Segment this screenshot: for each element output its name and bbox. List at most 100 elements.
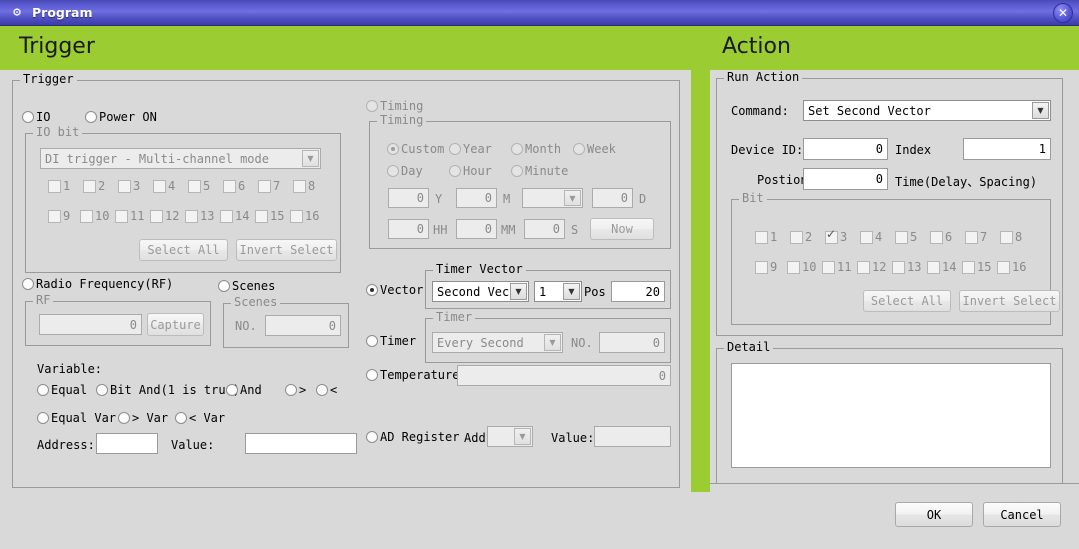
radio-power-on[interactable]: Power ON [85, 110, 157, 124]
io-bit-checkbox-10-box[interactable] [80, 209, 93, 223]
radio-var-less-var[interactable]: < Var [175, 411, 225, 425]
radio-vector[interactable]: Vector [366, 283, 423, 297]
timing-second-input[interactable]: 0 [524, 219, 565, 239]
radio-var-less[interactable]: < [316, 383, 337, 397]
action-bit-checkbox-9-box[interactable] [755, 260, 768, 274]
io-bit-checkbox-2-box[interactable] [83, 179, 96, 193]
action-bit-checkbox-6-box[interactable] [930, 230, 943, 244]
io-bit-checkbox-15-box[interactable] [255, 209, 268, 223]
io-bit-checkbox-8-box[interactable] [293, 179, 306, 193]
radio-timing-day[interactable]: Day [387, 164, 423, 178]
trigger-panel: Trigger IO Power ON IO bit DI trigger - … [0, 70, 691, 549]
ad-register-value-input[interactable] [594, 426, 671, 447]
io-bit-checkbox-6-box[interactable] [223, 179, 236, 193]
rf-value-input[interactable]: 0 [39, 314, 142, 335]
close-icon[interactable]: ✕ [1053, 3, 1073, 23]
radio-timing-custom[interactable]: Custom [387, 142, 444, 156]
action-bit-checkbox-11-box[interactable] [822, 260, 835, 274]
temperature-input[interactable]: 0 [457, 365, 671, 386]
radio-var-bit-and[interactable]: Bit And(1 is true) [96, 383, 240, 397]
radio-scenes[interactable]: Scenes [218, 279, 275, 293]
io-bit-checkbox-1-box[interactable] [48, 179, 61, 193]
timing-day-input[interactable]: 0 [592, 188, 633, 208]
radio-timing-year[interactable]: Year [449, 142, 492, 156]
io-bit-checkbox-4-box[interactable] [153, 179, 166, 193]
timer-interval-combo[interactable]: Every Second ▼ [432, 332, 563, 353]
timing-year-input[interactable]: 0 [388, 188, 429, 208]
detail-textarea[interactable] [731, 363, 1051, 468]
radio-var-equal-var[interactable]: Equal Var [37, 411, 116, 425]
action-bit-invert-select-button[interactable]: Invert Select [959, 290, 1060, 312]
io-bit-checkbox-15-label: 15 [270, 209, 285, 223]
action-bit-checkbox-12-box[interactable] [857, 260, 870, 274]
radio-ad-register[interactable]: AD Register [366, 430, 459, 444]
chevron-down-icon: ▼ [1032, 102, 1049, 119]
io-bit-select-all-button[interactable]: Select All [139, 239, 228, 261]
action-page-title: Action [722, 34, 791, 59]
chevron-down-icon: ▼ [510, 283, 527, 300]
timing-month-input[interactable]: 0 [456, 188, 497, 208]
io-bit-checkbox-13-box[interactable] [185, 209, 198, 223]
radio-var-greater-var[interactable]: > Var [118, 411, 168, 425]
address-input[interactable] [96, 433, 158, 454]
ad-register-add-combo[interactable]: ▼ [487, 426, 533, 447]
action-bit-checkbox-4-box[interactable] [860, 230, 873, 244]
radio-timing-minute[interactable]: Minute [511, 164, 568, 178]
timing-week-combo[interactable]: ▼ [522, 188, 583, 208]
io-bit-checkbox-5-box[interactable] [188, 179, 201, 193]
io-bit-checkbox-9-box[interactable] [48, 209, 61, 223]
action-bit-checkbox-5-box[interactable] [895, 230, 908, 244]
action-bit-checkbox-13-box[interactable] [892, 260, 905, 274]
action-bit-checkbox-15-box[interactable] [962, 260, 975, 274]
io-bit-checkbox-7-box[interactable] [258, 179, 271, 193]
vector-pos-input[interactable]: 20 [611, 281, 665, 302]
action-bit-checkbox-8-box[interactable] [1000, 230, 1013, 244]
radio-timing-month[interactable]: Month [511, 142, 561, 156]
action-bit-checkbox-1-box[interactable] [755, 230, 768, 244]
radio-rf[interactable]: Radio Frequency(RF) [22, 277, 173, 291]
radio-var-greater[interactable]: > [285, 383, 306, 397]
index-input[interactable]: 1 [963, 138, 1051, 160]
scenes-no-input[interactable]: 0 [265, 315, 341, 336]
io-bit-invert-select-button[interactable]: Invert Select [236, 239, 337, 261]
action-bit-checkbox-14-box[interactable] [927, 260, 940, 274]
radio-timing[interactable]: Timing [366, 99, 423, 113]
action-bit-checkbox-10-box[interactable] [787, 260, 800, 274]
vector-type-combo[interactable]: Second Vector ▼ [432, 281, 529, 302]
io-bit-checkbox-16: 16 [290, 209, 319, 223]
io-bit-checkbox-3-box[interactable] [118, 179, 131, 193]
radio-io[interactable]: IO [22, 110, 50, 124]
cancel-button[interactable]: Cancel [983, 502, 1061, 527]
io-bit-checkbox-11-box[interactable] [115, 209, 128, 223]
radio-timer[interactable]: Timer [366, 334, 416, 348]
io-bit-checkbox-12-box[interactable] [150, 209, 163, 223]
device-id-input[interactable]: 0 [803, 138, 888, 160]
action-bit-checkbox-7-box[interactable] [965, 230, 978, 244]
io-bit-checkbox-14-box[interactable] [220, 209, 233, 223]
timing-now-button[interactable]: Now [590, 218, 654, 240]
timer-no-input[interactable]: 0 [599, 332, 665, 353]
io-bit-checkbox-6: 6 [223, 179, 245, 193]
io-bit-checkbox-16-box[interactable] [290, 209, 303, 223]
action-bit-select-all-button[interactable]: Select All [863, 290, 951, 312]
radio-temperature[interactable]: Temperature [366, 368, 459, 382]
postion-input[interactable]: 0 [803, 168, 888, 190]
ok-button[interactable]: OK [895, 502, 973, 527]
action-bit-checkbox-2-box[interactable] [790, 230, 803, 244]
timing-minute-input[interactable]: 0 [456, 219, 497, 239]
radio-var-and[interactable]: And [226, 383, 262, 397]
action-bit-checkbox-9: 9 [755, 260, 777, 274]
radio-var-equal[interactable]: Equal [37, 383, 87, 397]
action-bit-checkbox-3-box[interactable] [825, 228, 838, 244]
rf-capture-button[interactable]: Capture [147, 313, 204, 336]
radio-timing-hour[interactable]: Hour [449, 164, 492, 178]
timing-hour-input[interactable]: 0 [388, 219, 429, 239]
action-bit-checkbox-16-label: 16 [1012, 260, 1027, 274]
radio-timing-week[interactable]: Week [573, 142, 616, 156]
variable-value-input[interactable] [245, 433, 357, 454]
chevron-down-icon: ▼ [302, 150, 319, 167]
action-bit-checkbox-16-box[interactable] [997, 260, 1010, 274]
vector-index-combo[interactable]: 1 ▼ [534, 281, 582, 302]
command-combo[interactable]: Set Second Vector ▼ [803, 100, 1051, 121]
io-mode-combo[interactable]: DI trigger - Multi-channel mode ▼ [40, 148, 321, 169]
